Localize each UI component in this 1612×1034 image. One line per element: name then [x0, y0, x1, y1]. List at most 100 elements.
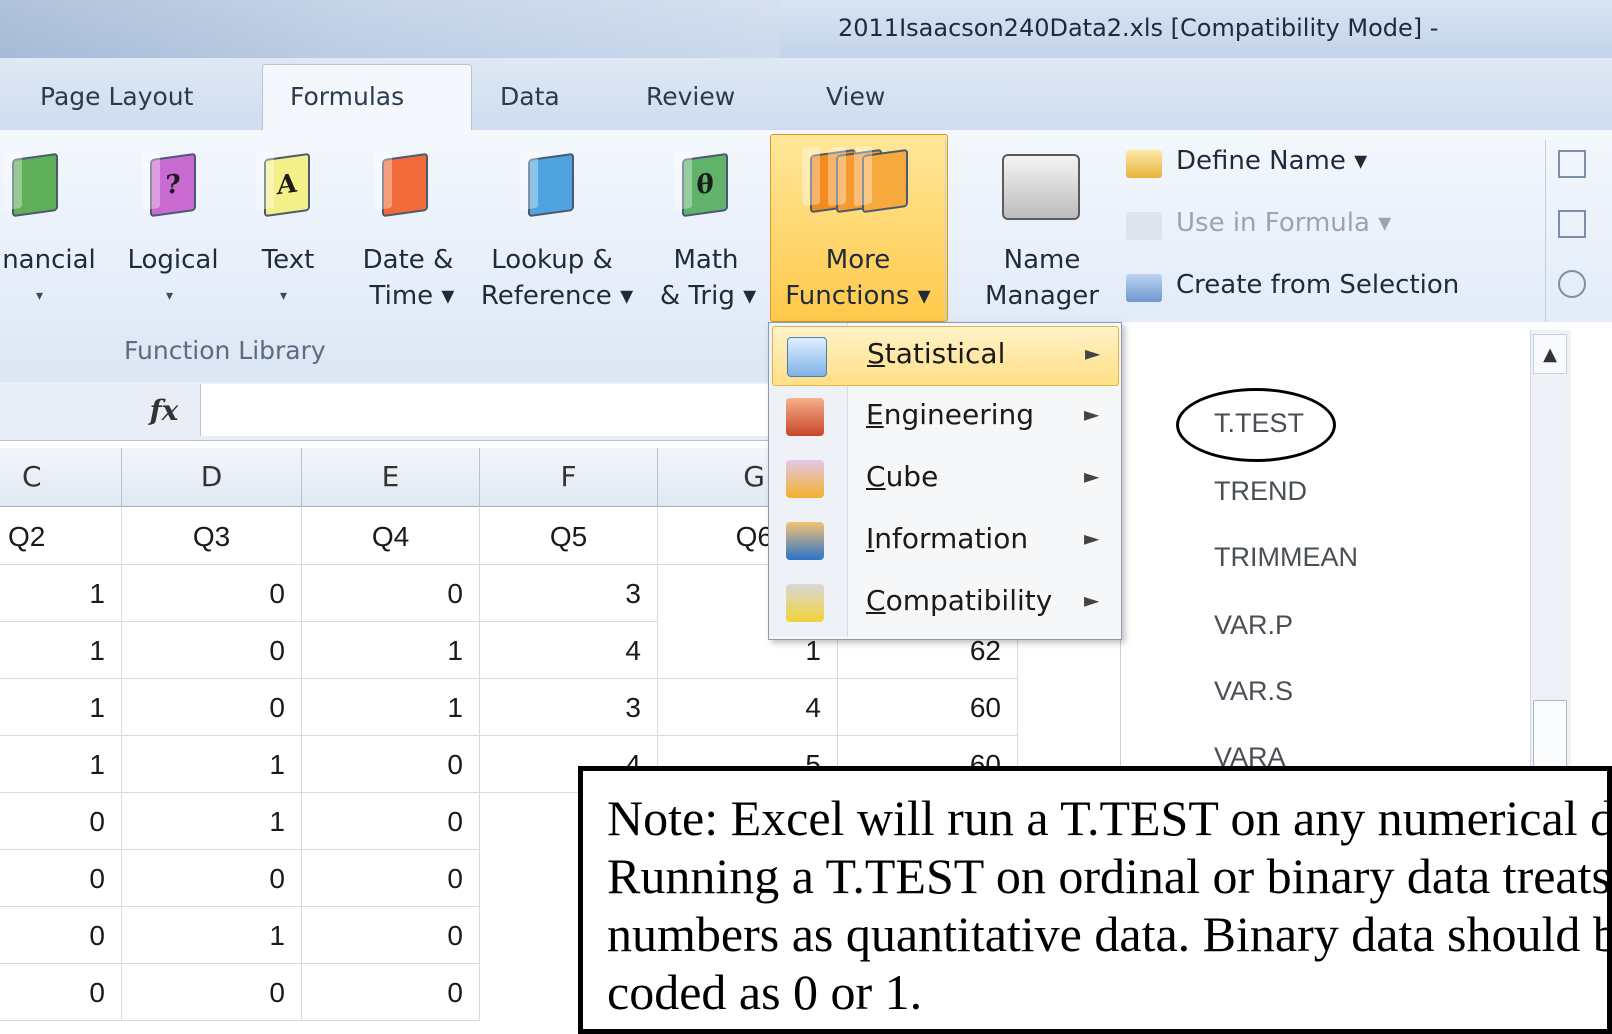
- name-manager-label-2: Manager: [985, 281, 1099, 311]
- information-icon: [786, 522, 824, 560]
- text-book-icon: A: [264, 152, 310, 218]
- table-cell[interactable]: 0: [302, 907, 480, 964]
- table-cell[interactable]: 0: [302, 793, 480, 850]
- engineering-icon: [786, 398, 824, 436]
- table-cell[interactable]: 1: [0, 736, 122, 793]
- table-cell[interactable]: 0: [0, 850, 122, 907]
- table-cell[interactable]: 1: [122, 736, 302, 793]
- table-cell[interactable]: 1: [0, 679, 122, 736]
- table-cell[interactable]: 60: [838, 679, 1018, 736]
- tab-formulas[interactable]: Formulas: [290, 82, 404, 111]
- remove-arrows-icon: [1558, 270, 1586, 298]
- table-cell[interactable]: 0: [302, 736, 480, 793]
- lookup-reference-button[interactable]: Lookup & Reference ▾: [472, 140, 642, 320]
- more-functions-label-1: More: [825, 245, 891, 275]
- column-header-g[interactable]: G: [658, 448, 778, 506]
- financial-button[interactable]: nancial ▾: [0, 140, 110, 320]
- ribbon-tab-row: [0, 58, 1612, 130]
- use-in-formula-button[interactable]: Use in Formula ▾: [1126, 208, 1536, 248]
- menu-item-engineering[interactable]: Engineering ►: [772, 388, 1117, 446]
- define-name-button[interactable]: Define Name ▾: [1126, 146, 1536, 186]
- menu-item-information[interactable]: Information ►: [772, 512, 1117, 570]
- table-cell[interactable]: 4: [480, 622, 658, 679]
- table-cell[interactable]: 1: [122, 907, 302, 964]
- cell-header-q2[interactable]: Q2: [0, 508, 122, 565]
- submenu-arrow-icon: ►: [1084, 526, 1100, 550]
- table-cell[interactable]: 0: [122, 850, 302, 907]
- math-trig-book-icon: θ: [682, 152, 728, 218]
- ribbon-group-separator: [1545, 140, 1546, 330]
- define-name-icon: [1126, 150, 1162, 178]
- table-cell[interactable]: 0: [0, 907, 122, 964]
- cube-icon: [786, 460, 824, 498]
- table-cell[interactable]: 0: [302, 565, 480, 622]
- column-header-f[interactable]: F: [480, 448, 658, 506]
- table-cell[interactable]: 0: [0, 793, 122, 850]
- table-cell[interactable]: 0: [302, 964, 480, 1021]
- cell-header-q4[interactable]: Q4: [302, 508, 480, 565]
- table-cell[interactable]: 1: [122, 793, 302, 850]
- table-cell[interactable]: 0: [122, 679, 302, 736]
- table-cell[interactable]: 0: [122, 565, 302, 622]
- table-cell[interactable]: 4: [658, 679, 838, 736]
- define-name-label: Define Name ▾: [1176, 146, 1368, 176]
- logical-book-icon: ?: [150, 152, 196, 218]
- lookup-reference-label-2: Reference ▾: [480, 281, 634, 311]
- column-header-c[interactable]: C: [0, 448, 122, 506]
- math-trig-label-1: Math: [673, 245, 739, 275]
- text-label: Text: [261, 245, 315, 275]
- cell-header-q5[interactable]: Q5: [480, 508, 658, 565]
- cell-header-q6[interactable]: Q6: [658, 508, 778, 565]
- table-cell[interactable]: 3: [480, 565, 658, 622]
- function-item-trend[interactable]: TREND: [1214, 476, 1307, 507]
- math-trig-label-2: & Trig ▾: [659, 281, 757, 311]
- text-button[interactable]: A Text ▾: [246, 140, 336, 320]
- formula-auditing-icons[interactable]: [1556, 150, 1596, 310]
- function-item-var-p[interactable]: VAR.P: [1214, 610, 1293, 641]
- tab-view[interactable]: View: [826, 82, 885, 111]
- chevron-down-icon: ▾: [36, 288, 44, 304]
- more-functions-button[interactable]: More Functions ▾: [770, 140, 946, 320]
- math-trig-button[interactable]: θ Math & Trig ▾: [646, 140, 770, 320]
- name-manager-icon: [1002, 154, 1080, 220]
- menu-item-compatibility[interactable]: Compatibility ►: [772, 574, 1117, 632]
- tab-review[interactable]: Review: [646, 82, 735, 111]
- date-time-book-icon: [382, 152, 428, 218]
- table-cell[interactable]: 1: [302, 622, 480, 679]
- menu-item-statistical[interactable]: Statistical ►: [772, 326, 1119, 386]
- financial-label: nancial: [2, 245, 96, 275]
- create-from-selection-button[interactable]: Create from Selection: [1126, 270, 1536, 310]
- trace-dependents-icon: [1558, 210, 1586, 238]
- table-cell[interactable]: 1: [0, 622, 122, 679]
- table-cell[interactable]: 3: [480, 679, 658, 736]
- compatibility-warning-icon: [786, 584, 824, 622]
- name-manager-button[interactable]: Name Manager: [972, 140, 1112, 320]
- table-cell[interactable]: 0: [0, 964, 122, 1021]
- date-time-button[interactable]: Date & Time ▾: [350, 140, 466, 320]
- cell-header-q3[interactable]: Q3: [122, 508, 302, 565]
- menu-item-label: Statistical: [867, 337, 1006, 370]
- table-cell[interactable]: 0: [302, 850, 480, 907]
- trace-precedents-icon: [1558, 150, 1586, 178]
- column-header-d[interactable]: D: [122, 448, 302, 506]
- note-text: Note: Excel will run a T.TEST on any num…: [607, 790, 1612, 1020]
- table-cell[interactable]: 0: [122, 964, 302, 1021]
- submenu-arrow-icon: ►: [1084, 588, 1100, 612]
- table-cell[interactable]: 1: [0, 565, 122, 622]
- tab-data[interactable]: Data: [500, 82, 560, 111]
- tab-page-layout[interactable]: Page Layout: [40, 82, 193, 111]
- submenu-arrow-icon: ►: [1084, 464, 1100, 488]
- function-item-var-s[interactable]: VAR.S: [1214, 676, 1293, 707]
- function-item-trimmean[interactable]: TRIMMEAN: [1214, 542, 1358, 573]
- insert-function-fx-icon[interactable]: fx: [128, 384, 200, 436]
- more-functions-label-2: Functions ▾: [785, 281, 931, 311]
- column-header-e[interactable]: E: [302, 448, 480, 506]
- table-cell[interactable]: 1: [302, 679, 480, 736]
- logical-button[interactable]: ? Logical ▾: [118, 140, 228, 320]
- scroll-up-icon[interactable]: ▲: [1533, 334, 1567, 374]
- table-cell[interactable]: 0: [122, 622, 302, 679]
- formula-input[interactable]: [200, 384, 779, 436]
- financial-book-icon: [12, 152, 58, 218]
- menu-item-cube[interactable]: Cube ►: [772, 450, 1117, 508]
- submenu-arrow-icon: ►: [1085, 341, 1101, 365]
